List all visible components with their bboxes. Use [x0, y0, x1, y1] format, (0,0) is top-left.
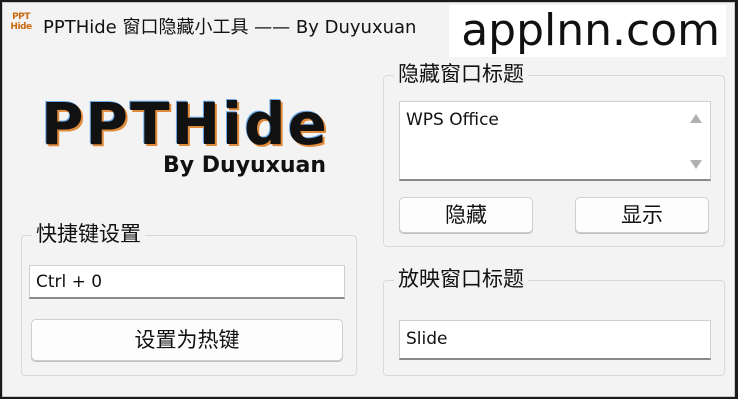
app-logo: PPTHide By Duyuxuan — [41, 91, 341, 191]
scroll-up-icon[interactable] — [690, 114, 702, 123]
logo-byline: By Duyuxuan — [163, 153, 327, 178]
hotkey-group-label: 快捷键设置 — [32, 220, 145, 248]
slideshow-window-title-input[interactable]: Slide — [399, 320, 711, 360]
hide-window-group-label: 隐藏窗口标题 — [394, 60, 528, 88]
title-bar: PPT Hide PPTHide 窗口隐藏小工具 —— By Duyuxuan … — [3, 3, 734, 57]
hide-window-title-value: WPS Office — [406, 110, 499, 130]
slideshow-window-group-label: 放映窗口标题 — [394, 265, 528, 293]
app-logo-icon: PPT Hide — [9, 12, 33, 36]
scroll-down-icon[interactable] — [690, 160, 702, 169]
set-hotkey-button[interactable]: 设置为热键 — [31, 319, 343, 361]
watermark: applnn.com — [449, 5, 726, 57]
app-icon-line1: PPT — [12, 12, 30, 22]
logo-title: PPTHide — [41, 90, 329, 158]
hotkey-input[interactable]: Ctrl + 0 — [29, 265, 345, 299]
hide-button[interactable]: 隐藏 — [399, 197, 533, 233]
app-window: PPT Hide PPTHide 窗口隐藏小工具 —— By Duyuxuan … — [2, 2, 735, 397]
app-icon-line2: Hide — [10, 22, 32, 32]
show-button[interactable]: 显示 — [575, 197, 709, 233]
hide-window-title-input[interactable]: WPS Office — [399, 101, 711, 181]
window-title: PPTHide 窗口隐藏小工具 —— By Duyuxuan — [43, 17, 417, 38]
